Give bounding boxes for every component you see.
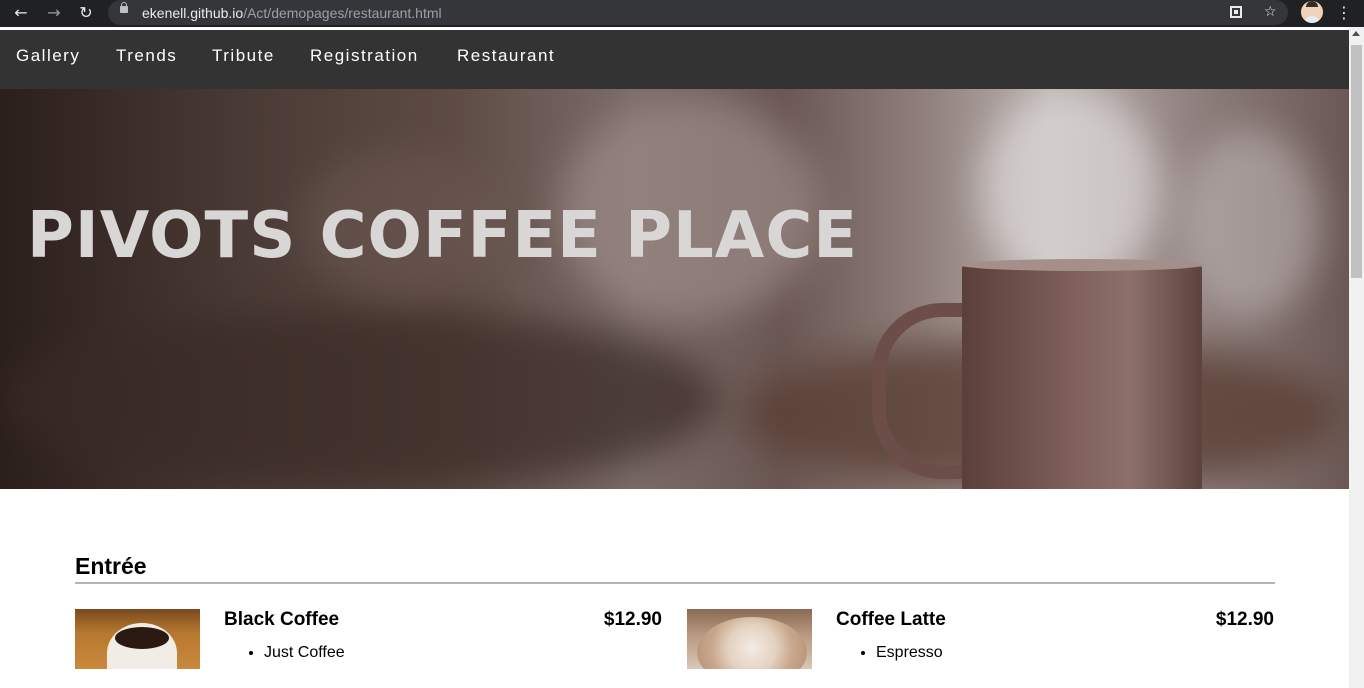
menu-section-title: Entrée	[75, 553, 147, 579]
coffee-mug-image	[962, 263, 1202, 489]
vertical-scrollbar[interactable]	[1349, 27, 1364, 688]
more-vert-icon[interactable]: ⋮	[1336, 3, 1352, 23]
menu-item-ingredients: Just Coffee	[224, 644, 345, 662]
menu-item-name: Coffee Latte	[836, 609, 946, 630]
url-path: /Act/demopages/restaurant.html	[243, 5, 442, 21]
hero-title: PIVOTS COFFEE PLACE	[27, 199, 858, 273]
menu-item-name: Black Coffee	[224, 609, 340, 630]
nav-link-tribute[interactable]: Tribute	[212, 46, 275, 66]
reload-icon[interactable]: ↻	[75, 3, 97, 23]
page-viewport: Gallery Trends Tribute Registration Rest…	[0, 27, 1349, 688]
qr-code-icon[interactable]	[1230, 6, 1242, 18]
top-navigation: Gallery Trends Tribute Registration Rest…	[0, 30, 1349, 89]
coffee-surface-shape	[115, 627, 169, 649]
nav-link-gallery[interactable]: Gallery	[16, 46, 80, 66]
coffee-mug-rim	[960, 259, 1204, 271]
browser-toolbar: ← → ↻ ekenell.github.io/Act/demopages/re…	[0, 0, 1364, 27]
profile-avatar[interactable]	[1301, 1, 1323, 23]
scrollbar-thumb[interactable]	[1351, 45, 1362, 278]
menu-item-ingredients: Espresso	[836, 644, 943, 662]
menu-item-price: $12.90	[1215, 609, 1274, 630]
nav-link-restaurant[interactable]: Restaurant	[457, 46, 555, 66]
coffee-latte-image	[687, 609, 812, 669]
black-coffee-image	[75, 609, 200, 669]
nav-link-registration[interactable]: Registration	[310, 46, 419, 66]
menu-item-price: $12.90	[603, 609, 662, 630]
address-bar[interactable]: ekenell.github.io/Act/demopages/restaura…	[108, 0, 1288, 25]
latte-foam-shape	[697, 617, 807, 669]
section-divider	[75, 582, 1275, 584]
ingredient-item: Just Coffee	[264, 644, 345, 662]
nav-link-trends[interactable]: Trends	[116, 46, 177, 66]
url-text[interactable]: ekenell.github.io/Act/demopages/restaura…	[142, 5, 442, 21]
forward-arrow-icon[interactable]: →	[43, 3, 65, 23]
hero-background-blur	[0, 309, 720, 489]
hero-banner: PIVOTS COFFEE PLACE	[0, 89, 1349, 489]
ingredient-item: Espresso	[876, 644, 943, 662]
scroll-up-arrow-icon[interactable]	[1352, 31, 1360, 36]
star-icon[interactable]: ☆	[1264, 3, 1277, 21]
back-arrow-icon[interactable]: ←	[10, 3, 32, 23]
lock-icon[interactable]	[120, 2, 128, 13]
url-host: ekenell.github.io	[142, 5, 244, 21]
